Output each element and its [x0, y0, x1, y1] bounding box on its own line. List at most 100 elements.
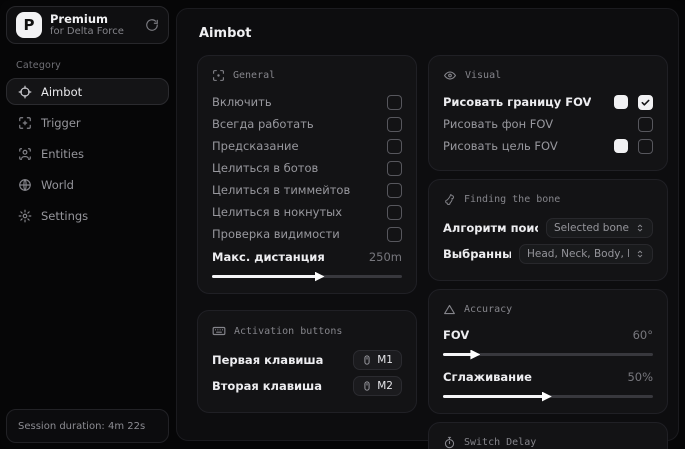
- setting-label: Рисовать цель FOV: [443, 139, 558, 153]
- fov-border-color-swatch[interactable]: [614, 95, 628, 109]
- setting-label: Целиться в ботов: [212, 161, 319, 175]
- smoothing-slider-block: Сглаживание 50%: [443, 367, 653, 398]
- setting-label: Всегда работать: [212, 117, 314, 131]
- keybind-row-secondary: Вторая клавиша M2: [212, 373, 402, 399]
- panel-visual: Visual Рисовать границу FOV Рисовать фон…: [428, 55, 668, 171]
- bone-algorithm-dropdown[interactable]: Selected bone: [545, 218, 653, 238]
- sidebar: P Premium for Delta Force Category Aimbo…: [6, 6, 169, 443]
- panel-header-label: Finding the bone: [464, 194, 561, 205]
- selected-bones-dropdown[interactable]: Head, Neck, Body, Pe..: [519, 244, 653, 264]
- selected-bones-row: Выбранные кос Head, Neck, Body, Pe..: [443, 241, 653, 267]
- smoothing-slider[interactable]: [443, 395, 653, 398]
- panel-activation-buttons: Activation buttons Первая клавиша M1 Вто…: [197, 310, 417, 413]
- sidebar-nav: Aimbot Trigger Entities World Settings: [6, 78, 169, 229]
- session-duration: Session duration: 4m 22s: [6, 409, 169, 443]
- triangle-icon: [443, 303, 456, 316]
- brand-logo: P: [16, 12, 42, 38]
- setting-label: Алгоритм поиска кост: [443, 221, 538, 235]
- page-title: Aimbot: [199, 26, 252, 41]
- stopwatch-icon: [443, 436, 456, 449]
- panel-bone-header: Finding the bone: [443, 193, 653, 206]
- setting-label: Выбранные кос: [443, 247, 511, 261]
- eye-icon: [443, 69, 457, 82]
- bone-icon: [443, 193, 456, 206]
- chevrons-up-down-icon: [635, 249, 645, 259]
- fov-background-checkbox[interactable]: [638, 116, 653, 132]
- target-bots-checkbox[interactable]: [387, 160, 402, 176]
- slider-label: Сглаживание: [443, 370, 532, 384]
- fov-target-color-swatch[interactable]: [614, 139, 628, 153]
- fov-target-checkbox[interactable]: [638, 138, 653, 154]
- dropdown-value: Head, Neck, Body, Pe..: [527, 248, 629, 260]
- setting-row-always-work: Всегда работать: [212, 113, 402, 135]
- fov-border-checkbox[interactable]: [638, 94, 653, 110]
- keybind-row-primary: Первая клавиша M1: [212, 347, 402, 373]
- sidebar-item-label: Entities: [41, 146, 85, 161]
- sidebar-item-world[interactable]: World: [6, 171, 169, 198]
- fov-slider-block: FOV 60°: [443, 325, 653, 356]
- panel-general: General Включить Всегда работать Предска…: [197, 55, 417, 294]
- sidebar-item-label: World: [41, 177, 74, 192]
- panel-header-label: Activation buttons: [234, 325, 343, 337]
- panel-visual-header: Visual: [443, 69, 653, 82]
- panel-accuracy-header: Accuracy: [443, 303, 653, 316]
- trigger-icon: [18, 116, 32, 130]
- panel-switch-delay: Switch Delay Задержка переключения Задер…: [428, 422, 668, 449]
- setting-row-visibility-check: Проверка видимости: [212, 223, 402, 245]
- visual-row-fov-target: Рисовать цель FOV: [443, 135, 653, 157]
- secondary-keybind-button[interactable]: M2: [353, 376, 402, 396]
- slider-value: 50%: [627, 370, 653, 384]
- brand-card: P Premium for Delta Force: [6, 6, 169, 44]
- visibility-check-checkbox[interactable]: [387, 226, 402, 242]
- right-column: Visual Рисовать границу FOV Рисовать фон…: [428, 55, 668, 449]
- product-subtitle: for Delta Force: [50, 25, 124, 37]
- bone-algorithm-row: Алгоритм поиска кост Selected bone: [443, 215, 653, 241]
- scan-icon: [212, 69, 225, 82]
- sidebar-item-entities[interactable]: Entities: [6, 140, 169, 167]
- target-knocked-checkbox[interactable]: [387, 204, 402, 220]
- sidebar-item-aimbot[interactable]: Aimbot: [6, 78, 169, 105]
- fov-slider[interactable]: [443, 353, 653, 356]
- mouse-icon: [362, 354, 372, 366]
- panel-header-label: Switch Delay: [464, 437, 537, 448]
- panel-finding-bone: Finding the bone Алгоритм поиска кост Se…: [428, 179, 668, 281]
- left-column: General Включить Всегда работать Предска…: [197, 55, 417, 413]
- setting-row-target-bots: Целиться в ботов: [212, 157, 402, 179]
- max-distance-slider-block: Макс. дистанция 250m: [212, 247, 402, 278]
- setting-label: Рисовать фон FOV: [443, 117, 554, 131]
- keybind-value: M1: [377, 354, 393, 366]
- refresh-icon[interactable]: [145, 18, 159, 32]
- panel-header-label: General: [233, 70, 276, 81]
- setting-label: Целиться в тиммейтов: [212, 183, 351, 197]
- setting-label: Проверка видимости: [212, 227, 340, 241]
- setting-row-target-knocked: Целиться в нокнутых: [212, 201, 402, 223]
- keybind-label: Вторая клавиша: [212, 379, 323, 393]
- app-window: P Premium for Delta Force Category Aimbo…: [0, 0, 685, 449]
- main-content: Aimbot General Включить Всегда работать …: [176, 8, 679, 449]
- mouse-icon: [362, 380, 372, 392]
- sidebar-item-settings[interactable]: Settings: [6, 202, 169, 229]
- sidebar-item-label: Trigger: [41, 115, 81, 130]
- setting-row-prediction: Предсказание: [212, 135, 402, 157]
- target-teammates-checkbox[interactable]: [387, 182, 402, 198]
- dropdown-value: Selected bone: [553, 222, 629, 234]
- max-distance-slider[interactable]: [212, 275, 402, 278]
- always-work-checkbox[interactable]: [387, 116, 402, 132]
- setting-label: Предсказание: [212, 139, 299, 153]
- keybind-label: Первая клавиша: [212, 353, 324, 367]
- category-label: Category: [16, 60, 61, 71]
- sidebar-item-trigger[interactable]: Trigger: [6, 109, 169, 136]
- enable-checkbox[interactable]: [387, 94, 402, 110]
- prediction-checkbox[interactable]: [387, 138, 402, 154]
- panel-switch-delay-header: Switch Delay: [443, 436, 653, 449]
- keyboard-icon: [212, 324, 226, 338]
- visual-row-fov-background: Рисовать фон FOV: [443, 113, 653, 135]
- primary-keybind-button[interactable]: M1: [353, 350, 402, 370]
- entities-icon: [18, 147, 32, 161]
- setting-label: Целиться в нокнутых: [212, 205, 343, 219]
- globe-icon: [18, 178, 32, 192]
- gear-icon: [18, 209, 32, 223]
- panel-accuracy: Accuracy FOV 60° Сглаживание 50%: [428, 289, 668, 414]
- chevrons-up-down-icon: [635, 223, 645, 233]
- slider-label: Макс. дистанция: [212, 250, 325, 264]
